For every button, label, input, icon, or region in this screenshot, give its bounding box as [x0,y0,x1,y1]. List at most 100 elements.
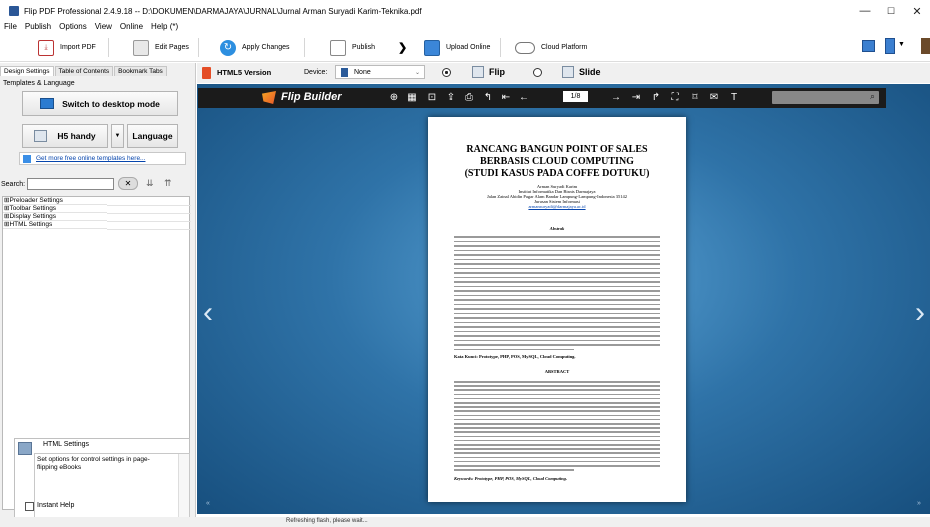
desktop-view-icon[interactable] [862,40,875,52]
text-line [454,435,660,438]
tree-item-display[interactable]: ⊞Display Settings [3,213,191,222]
instant-help-checkbox[interactable] [25,502,34,511]
h5-handy-button[interactable]: H5 handy [22,124,108,148]
menu-view[interactable]: View [95,22,112,31]
text-line [454,263,660,265]
search-input[interactable] [27,178,114,190]
flipbook-search-input[interactable]: ⌕ [772,91,879,104]
toolbar-separator [108,38,109,57]
slide-icon [562,66,574,78]
text-line [454,276,660,278]
clear-search-icon[interactable]: ✕ [118,177,138,190]
first-page-icon[interactable]: ⇤ [500,91,512,105]
info-icon [23,154,31,163]
print-icon[interactable]: ⎙ [463,91,475,105]
menu-online[interactable]: Online [120,22,143,31]
search-label: Search: [1,181,26,188]
prev-page-arrow-icon[interactable]: ‹ [203,298,213,328]
menu-publish[interactable]: Publish [25,22,51,31]
cloud-platform-label: Cloud Platform [541,44,588,51]
text-line [454,348,574,350]
apply-changes-button[interactable]: ↻ Apply Changes [220,37,289,58]
desktop-icon [40,98,55,109]
cloud-icon [515,41,535,54]
tab-table-of-contents[interactable]: Table of Contents [54,66,114,76]
next-arrow-icon: ❯ [398,42,408,54]
import-pdf-button[interactable]: ⤓ Import PDF [38,37,96,58]
paper-title-line2: BERBASIS CLOUD COMPUTING [480,156,634,167]
text-line [454,431,660,433]
text-line [454,439,660,442]
menu-help[interactable]: Help (*) [151,22,178,31]
fit-icon[interactable]: ⊡ [426,91,438,105]
last-page-icon[interactable]: ⇥ [630,91,642,105]
apply-changes-label: Apply Changes [242,44,290,51]
back-icon[interactable]: ↰ [482,91,494,105]
text-line [454,423,660,425]
first-page-small-icon[interactable]: « [206,500,210,507]
text-line [454,321,660,323]
import-pdf-label: Import PDF [60,44,96,51]
expand-all-icon[interactable]: ⇊ [146,178,156,188]
pdf-icon: ⤓ [38,39,54,56]
flip-icon [472,66,484,78]
last-page-small-icon[interactable]: » [917,500,921,507]
tab-design-settings[interactable]: Design Settings [0,66,54,76]
upload-icon [424,39,440,56]
thumbnails-icon[interactable]: ▦ [406,91,418,105]
menu-options[interactable]: Options [59,22,87,31]
view-dropdown-icon[interactable]: ▼ [898,41,905,48]
upload-online-button[interactable]: Upload Online [424,37,490,58]
status-bar: Refreshing flash, please wait... [0,517,930,527]
cloud-platform-button[interactable]: Cloud Platform [515,37,587,58]
fullscreen-icon[interactable]: ⛶ [669,91,681,105]
tree-item-preloader[interactable]: ⊞Preloader Settings [3,197,191,206]
window-title: Flip PDF Professional 2.4.9.18 -- D:\DOK… [24,6,422,16]
close-button[interactable]: ✕ [908,3,926,19]
mobile-view-icon[interactable] [885,38,895,54]
pdf-page: RANCANG BANGUN POINT OF SALES BERBASIS C… [428,117,686,502]
zoom-icon[interactable]: ⊕ [388,91,400,105]
language-button[interactable]: Language [127,124,178,148]
text-line [454,465,660,467]
flipbuilder-logo-icon [262,91,276,104]
text-line [454,303,660,305]
flip-radio[interactable] [442,68,451,77]
maximize-button[interactable]: ☐ [882,3,900,19]
device-select[interactable]: None ⌄ [335,65,425,79]
text-icon[interactable]: T [728,91,740,105]
prev-page-icon[interactable]: ← [518,91,530,105]
publish-label: Publish [352,44,375,51]
template-dropdown-button[interactable]: ▼ [111,124,124,148]
device-value: None [354,68,371,76]
tree-item-html[interactable]: ⊞HTML Settings [3,221,191,230]
minimize-button[interactable]: — [856,3,874,19]
more-templates-link[interactable]: Get more free online templates here... [19,152,186,165]
next-page-arrow-icon[interactable]: › [915,298,925,328]
forward-icon[interactable]: ↱ [650,91,662,105]
edit-pages-button[interactable]: Edit Pages [133,37,189,58]
edit-pages-label: Edit Pages [155,44,189,51]
email-icon[interactable]: ✉ [708,91,720,105]
tab-bookmark-tabs[interactable]: Bookmark Tabs [114,66,167,76]
switch-mode-button[interactable]: Switch to desktop mode [22,91,178,116]
text-line [454,339,660,341]
text-line [454,410,660,412]
title-bar: Flip PDF Professional 2.4.9.18 -- D:\DOK… [0,0,930,22]
tree-item-toolbar[interactable]: ⊞Toolbar Settings [3,205,191,214]
text-line [454,254,660,256]
page-indicator[interactable]: 1/8 [563,91,588,102]
next-page-icon[interactable]: → [610,91,622,105]
paper-title-line3: (STUDI KASUS PADA COFFE DOTUKU) [464,168,650,179]
share-icon[interactable]: ⇪ [445,91,457,105]
slide-radio[interactable] [533,68,542,77]
search-icon: ⌕ [869,91,875,101]
publish-button[interactable]: Publish [330,37,375,58]
collapse-all-icon[interactable]: ⇈ [164,178,174,188]
text-line [454,330,660,332]
menu-file[interactable]: File [4,22,17,31]
html5-icon [202,67,211,79]
bookmark-icon[interactable]: ⌑ [689,91,701,105]
left-panel: Design Settings Table of Contents Bookma… [0,63,196,527]
text-line [454,448,660,450]
